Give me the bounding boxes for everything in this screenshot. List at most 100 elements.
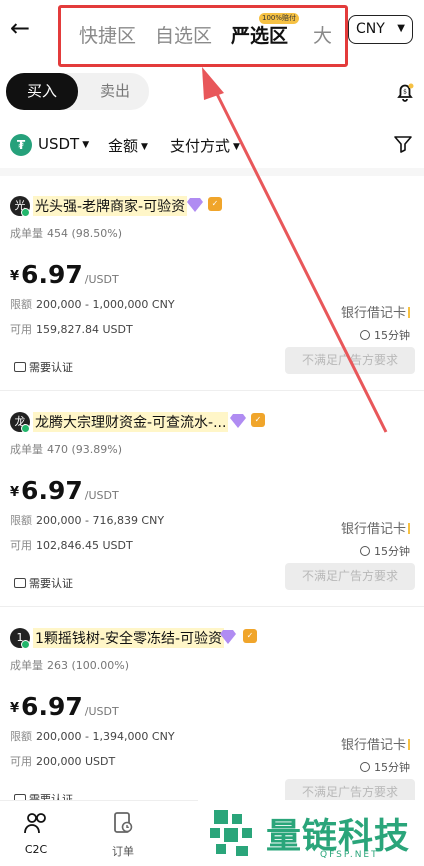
tab-bulk-zone[interactable]: 大 [313, 21, 332, 48]
price-value: 6.97 [21, 260, 83, 289]
price-value: 6.97 [21, 476, 83, 505]
amount-filter-label: 金额 [108, 137, 139, 155]
order-stats: 成单量 454 (98.50%) [10, 225, 122, 241]
price: ¥6.97/USDT [10, 476, 119, 505]
currency-symbol: ¥ [10, 701, 20, 716]
caret-down-icon: ▼ [82, 140, 90, 150]
online-status-dot [21, 640, 30, 649]
available-value: 102,846.45 USDT [36, 539, 133, 552]
diamond-icon [220, 630, 236, 644]
diamond-icon [230, 414, 246, 428]
ad-card[interactable]: 龙 龙腾大宗理财资金-可查流水-... ✓ 成单量 470 (93.89%) ¥6… [0, 392, 424, 607]
nav-c2c-label: C2C [24, 843, 48, 856]
ad-card[interactable]: 光 光头强-老牌商家-可验资 ✓ 成单量 454 (98.50%) ¥6.97/U… [0, 176, 424, 391]
payment-filter-label: 支付方式 [170, 137, 231, 155]
available-label: 可用 [10, 755, 32, 768]
zone-tabs-highlight: 快捷区 自选区 严选区 100%赔付 大 [58, 5, 348, 67]
kyc-required: 需要认证 [14, 359, 73, 375]
payment-method-label: 银行借记卡 [340, 522, 406, 537]
watermark-subtext: QFSP.NET [320, 850, 379, 860]
card-divider [0, 390, 424, 391]
price: ¥6.97/USDT [10, 692, 119, 721]
id-card-icon [14, 362, 26, 372]
shield-icon: ✓ [251, 413, 265, 427]
limit-label: 限额 [10, 514, 32, 527]
tether-coin-icon: ₮ [10, 134, 32, 156]
currency-symbol: ¥ [10, 269, 20, 284]
kyc-label: 需要认证 [29, 361, 73, 374]
nav-orders[interactable]: 订单 [103, 811, 143, 859]
available-label: 可用 [10, 323, 32, 336]
id-card-icon [14, 578, 26, 588]
tab-quick-zone[interactable]: 快捷区 [79, 21, 136, 48]
merchant-name[interactable]: 光头强-老牌商家-可验资 [33, 196, 188, 216]
kyc-required: 需要认证 [14, 575, 73, 591]
limit-row: 限额 200,000 - 1,394,000 CNY [10, 728, 175, 744]
clock-icon [360, 762, 370, 772]
coin-filter-label: USDT [38, 135, 80, 153]
time-label: 15分钟 [374, 329, 410, 342]
ad-card[interactable]: 1 1颗摇钱树-安全零冻结-可验资 ✓ 成单量 263 (100.00%) ¥6.… [0, 608, 424, 823]
limit-value: 200,000 - 1,394,000 CNY [36, 730, 175, 743]
users-icon [24, 813, 46, 834]
tab-watchlist-zone[interactable]: 自选区 [155, 21, 212, 48]
payment-method: 银行借记卡 [341, 302, 410, 321]
currency-symbol: ¥ [10, 485, 20, 500]
coin-filter[interactable]: USDT ▼ [38, 135, 89, 153]
currency-select[interactable]: CNY ▼ [348, 15, 413, 44]
order-icon [114, 812, 133, 833]
payment-color-bar [408, 739, 410, 750]
watermark: 量链科技 QFSP.NET [198, 800, 424, 866]
payment-time: 15分钟 [360, 543, 410, 559]
bell-icon[interactable]: $ [393, 80, 417, 104]
limit-value: 200,000 - 716,839 CNY [36, 514, 165, 527]
available-row: 可用 102,846.45 USDT [10, 537, 133, 553]
stats-value: 470 (93.89%) [47, 443, 123, 456]
compensation-badge: 100%赔付 [259, 13, 300, 24]
merchant-name[interactable]: 龙腾大宗理财资金-可查流水-... [33, 412, 229, 432]
nav-c2c[interactable]: C2C [16, 811, 56, 856]
payment-time: 15分钟 [360, 327, 410, 343]
stats-value: 263 (100.00%) [47, 659, 130, 672]
caret-down-icon: ▼ [233, 142, 240, 152]
online-status-dot [21, 208, 30, 217]
payment-method-label: 银行借记卡 [340, 306, 406, 321]
clock-icon [360, 330, 370, 340]
sell-tab[interactable]: 卖出 [82, 73, 148, 110]
shield-icon: ✓ [243, 629, 257, 643]
limit-value: 200,000 - 1,000,000 CNY [36, 298, 175, 311]
diamond-icon [187, 198, 203, 212]
back-arrow-icon[interactable]: ← [10, 14, 38, 42]
tab-selected-zone[interactable]: 严选区 [231, 21, 288, 48]
payment-method: 银行借记卡 [341, 518, 410, 537]
kyc-label: 需要认证 [29, 577, 73, 590]
requirements-not-met-button[interactable]: 不满足广告方要求 [285, 347, 415, 374]
payment-filter[interactable]: 支付方式 ▼ [170, 135, 240, 156]
available-row: 可用 200,000 USDT [10, 753, 115, 769]
order-stats: 成单量 263 (100.00%) [10, 657, 129, 673]
limit-label: 限额 [10, 730, 32, 743]
svg-text:$: $ [403, 89, 407, 96]
price: ¥6.97/USDT [10, 260, 119, 289]
limit-label: 限额 [10, 298, 32, 311]
available-label: 可用 [10, 539, 32, 552]
card-divider [0, 606, 424, 607]
price-unit: /USDT [84, 273, 119, 286]
limit-row: 限额 200,000 - 1,000,000 CNY [10, 296, 175, 312]
payment-color-bar [408, 523, 410, 534]
price-unit: /USDT [84, 489, 119, 502]
time-label: 15分钟 [374, 761, 410, 774]
merchant-name[interactable]: 1颗摇钱树-安全零冻结-可验资 [33, 628, 225, 648]
time-label: 15分钟 [374, 545, 410, 558]
filter-funnel-icon[interactable] [393, 134, 413, 154]
buy-tab[interactable]: 买入 [6, 73, 78, 110]
stats-label: 成单量 [10, 659, 43, 672]
amount-filter[interactable]: 金额 ▼ [108, 135, 148, 156]
price-unit: /USDT [84, 705, 119, 718]
requirements-not-met-button[interactable]: 不满足广告方要求 [285, 563, 415, 590]
available-value: 159,827.84 USDT [36, 323, 133, 336]
payment-method: 银行借记卡 [341, 734, 410, 753]
currency-label: CNY [356, 21, 385, 37]
order-stats: 成单量 470 (93.89%) [10, 441, 122, 457]
buy-sell-toggle: 买入 卖出 [6, 73, 149, 110]
